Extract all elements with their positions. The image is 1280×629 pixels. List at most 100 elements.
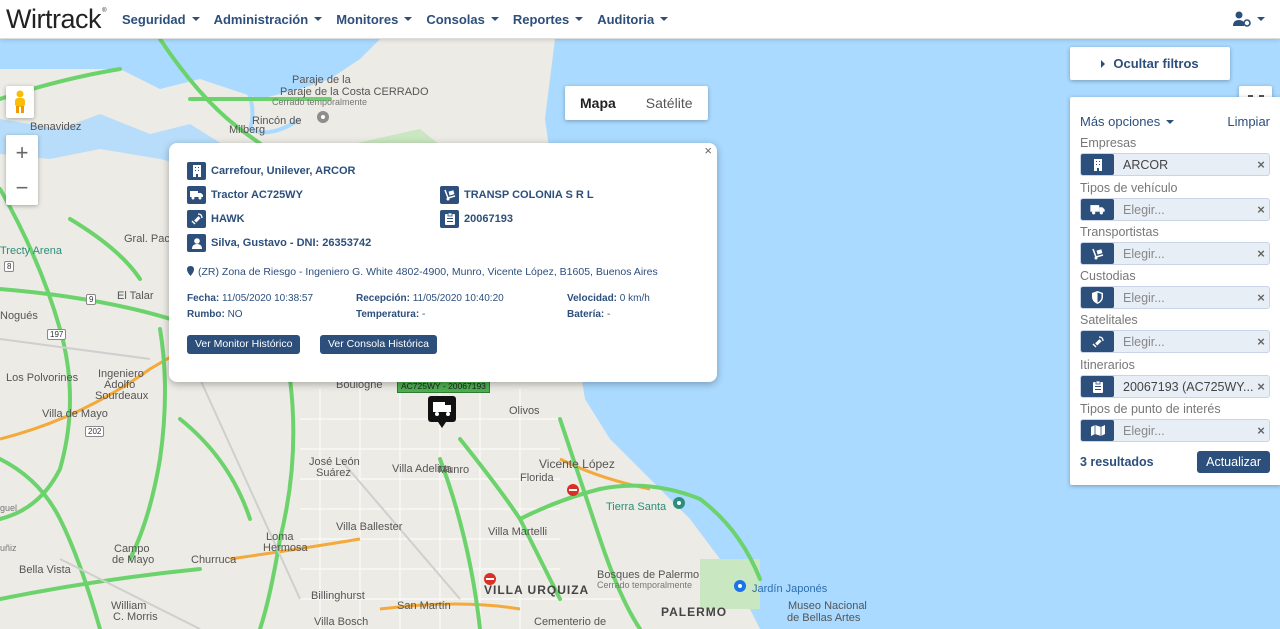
clear-selection-icon[interactable]: × <box>1253 334 1269 349</box>
road-badge: 9 <box>86 294 97 305</box>
filter-label-custodias: Custodias <box>1080 269 1136 283</box>
vehicle-marker[interactable] <box>428 396 456 428</box>
popup-companies: Carrefour, Unilever, ARCOR <box>187 162 355 180</box>
clear-selection-icon[interactable]: × <box>1253 423 1269 438</box>
map-place-label: Hermosa <box>263 542 308 554</box>
view-console-history-button[interactable]: Ver Consola Histórica <box>320 335 437 354</box>
nav-administracion[interactable]: Administración <box>214 12 323 27</box>
zoom-out-button[interactable]: − <box>6 170 38 205</box>
vehicle-info-popup: × Carrefour, Unilever, ARCOR Tractor AC7… <box>169 143 717 382</box>
map-type-control: Mapa Satélite <box>565 86 708 120</box>
filter-value: ARCOR <box>1123 157 1169 172</box>
map-place-label: Olivos <box>509 405 540 417</box>
filter-select-custodias[interactable]: Elegir... × <box>1080 286 1270 309</box>
popup-recepcion: Recepción: 11/05/2020 10:40:20 <box>356 293 504 304</box>
filter-label-tipos-punto-interes: Tipos de punto de interés <box>1080 402 1221 416</box>
zoom-in-button[interactable]: + <box>6 135 38 170</box>
results-count: 3 resultados <box>1080 455 1154 469</box>
nav-auditoria[interactable]: Auditoria <box>597 12 669 27</box>
truck-icon <box>187 186 206 204</box>
map-place-label: Vicente López <box>539 457 615 471</box>
nav-reportes[interactable]: Reportes <box>513 12 584 27</box>
hide-filters-button[interactable]: Ocultar filtros <box>1070 47 1230 80</box>
clear-selection-icon[interactable]: × <box>1253 379 1269 394</box>
chevron-down-icon <box>575 17 584 21</box>
filter-select-itinerarios[interactable]: 20067193 (AC725WY... × <box>1080 375 1270 398</box>
close-icon[interactable]: × <box>704 143 712 158</box>
street-view-pegman[interactable] <box>6 86 34 118</box>
filter-select-empresas[interactable]: ARCOR × <box>1080 153 1270 176</box>
satellite-icon <box>1081 331 1114 352</box>
map-place-label: Churruca <box>191 554 237 566</box>
chevron-down-icon <box>404 17 413 21</box>
map-place-label: Villa Bosch <box>314 616 369 628</box>
clear-selection-icon[interactable]: × <box>1253 202 1269 217</box>
map-place-label: Milberg <box>229 124 266 136</box>
popup-driver: Silva, Gustavo - DNI: 26353742 <box>187 234 371 252</box>
top-navbar: Wirtrack ® Seguridad Administración Monit… <box>0 0 1280 39</box>
filter-select-tipos-punto-interes[interactable]: Elegir... × <box>1080 419 1270 442</box>
chevron-down-icon <box>490 17 499 21</box>
map-icon <box>1081 420 1114 441</box>
map-place-label: Cerrado temporalmente <box>272 97 368 107</box>
building-icon <box>187 162 206 180</box>
filter-label-transportistas: Transportistas <box>1080 225 1159 239</box>
popup-vehicle: Tractor AC725WY <box>187 186 303 204</box>
clear-filters-link[interactable]: Limpiar <box>1227 114 1270 129</box>
clear-selection-icon[interactable]: × <box>1253 157 1269 172</box>
popup-temperatura: Temperatura: - <box>356 309 426 320</box>
clear-selection-icon[interactable]: × <box>1253 290 1269 305</box>
view-monitor-history-button[interactable]: Ver Monitor Histórico <box>187 335 301 354</box>
map-place-label: El Talar <box>117 290 154 302</box>
popup-velocidad: Velocidad: 0 km/h <box>567 293 650 304</box>
road-badge: 8 <box>4 261 15 272</box>
map-place-label: Trecty Arena <box>0 245 62 257</box>
caret-right-icon <box>1101 59 1106 68</box>
truck-icon <box>433 402 451 416</box>
dolly-icon <box>440 186 459 204</box>
filter-value: 20067193 (AC725WY... <box>1123 379 1253 394</box>
clipboard-icon <box>1081 376 1114 397</box>
filter-label-satelitales: Satelitales <box>1080 313 1138 327</box>
dolly-icon <box>1081 243 1114 264</box>
map-place-label: Florida <box>520 472 554 484</box>
filter-select-satelitales[interactable]: Elegir... × <box>1080 330 1270 353</box>
nav-consolas[interactable]: Consolas <box>426 12 499 27</box>
filter-select-transportistas[interactable]: Elegir... × <box>1080 242 1270 265</box>
nav-monitores[interactable]: Monitores <box>336 12 413 27</box>
map-place-label: Villa Ballester <box>336 521 403 533</box>
chevron-down-icon <box>660 17 669 21</box>
map-place-label: Jardín Japonés <box>752 583 828 595</box>
popup-transport: TRANSP COLONIA S R L <box>440 186 594 204</box>
place-pin-icon <box>317 111 329 123</box>
brand-logo[interactable]: Wirtrack ® <box>6 5 106 33</box>
popup-rumbo: Rumbo: NO <box>187 309 243 320</box>
chevron-down-icon <box>314 17 323 21</box>
user-settings-menu[interactable] <box>1233 11 1265 27</box>
chevron-down-icon <box>1257 17 1265 21</box>
map-place-label: PALERMO <box>661 605 728 619</box>
filters-panel: Más opciones Limpiar Empresas ARCOR × Ti… <box>1070 97 1280 485</box>
filter-label-tipos-vehiculo: Tipos de vehículo <box>1080 181 1178 195</box>
map-place-label: Billinghurst <box>311 590 365 602</box>
filter-label-itinerarios: Itinerarios <box>1080 358 1135 372</box>
user-icon <box>187 234 206 252</box>
map-place-label: Paraje de la <box>292 74 351 86</box>
nav-seguridad[interactable]: Seguridad <box>122 12 200 27</box>
clear-selection-icon[interactable]: × <box>1253 246 1269 261</box>
chevron-down-icon <box>191 17 200 21</box>
popup-fecha: Fecha: 11/05/2020 10:38:57 <box>187 293 314 304</box>
map-place-label: uñiz <box>0 543 17 553</box>
update-button[interactable]: Actualizar <box>1197 451 1270 473</box>
more-options-dropdown[interactable]: Más opciones <box>1080 114 1175 129</box>
map-place-label: Suárez <box>316 467 351 479</box>
map-place-label: de Bellas Artes <box>787 612 861 624</box>
map-type-map-button[interactable]: Mapa <box>565 86 631 120</box>
filter-select-tipos-vehiculo[interactable]: Elegir... × <box>1080 198 1270 221</box>
map-place-label: Museo Nacional <box>788 600 867 612</box>
map-place-label: Benavidez <box>30 121 82 133</box>
place-pin-icon <box>673 497 685 509</box>
map-type-satellite-button[interactable]: Satélite <box>631 86 708 120</box>
filter-placeholder: Elegir... <box>1123 246 1165 261</box>
map-place-label: VILLA URQUIZA <box>484 583 590 597</box>
